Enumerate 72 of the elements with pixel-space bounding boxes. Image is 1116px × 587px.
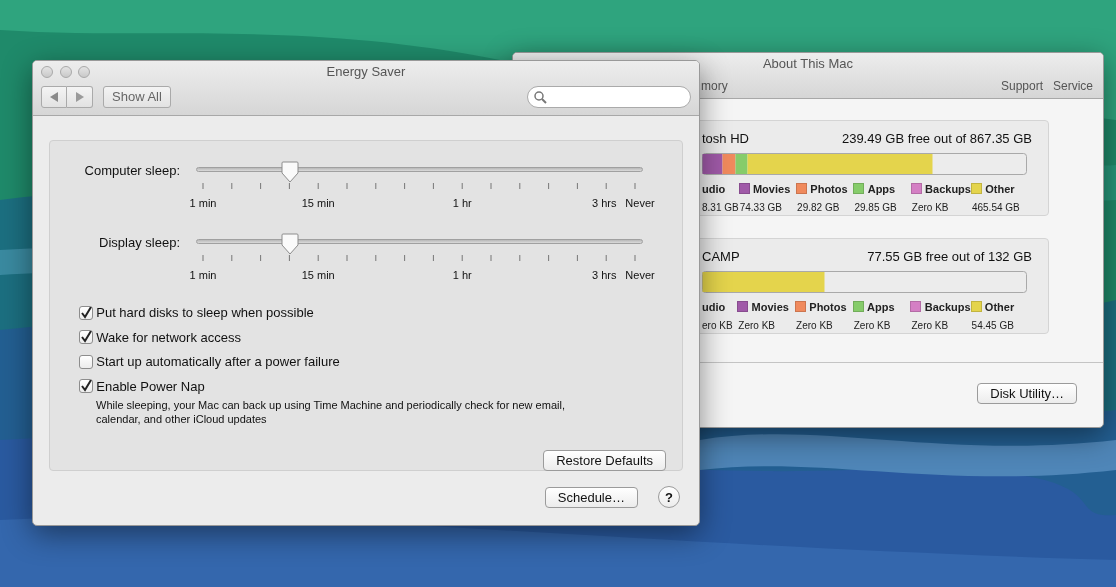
disk-name: tosh HD [702,130,749,148]
legend-label: Backups [924,299,971,315]
legend-value: Zero KB [852,319,892,333]
back-icon [50,92,58,102]
window-button[interactable] [41,66,53,78]
toolbar-tab[interactable]: Service [1053,77,1093,95]
checkbox[interactable] [79,305,93,320]
legend-value: ero KB [702,319,734,333]
legend-value: 54.45 GB [970,319,1015,333]
legend-value: 29.82 GB [796,201,841,215]
tick-label: 1 hr [452,268,472,283]
slider-thumb[interactable] [280,161,299,183]
help-button[interactable]: ? [658,486,680,508]
legend-value: Zero KB [910,201,950,215]
slider-label: Display sleep: [98,234,180,252]
window-button[interactable] [59,66,72,78]
window-title: About This Mac [762,55,854,73]
checkbox-label[interactable]: Wake for network access [96,327,241,347]
legend-label: Apps [867,299,895,315]
toolbar-tab[interactable]: mory [701,77,728,95]
legend-label: Other [984,299,1015,315]
legend-label: Movies [751,299,789,315]
forward-icon [75,92,84,102]
legend-value: Zero KB [795,319,834,333]
legend-label: udio [702,299,726,315]
show-all-button[interactable]: Show All [103,86,171,108]
back-button[interactable] [41,86,67,108]
tick-label: 15 min [301,196,335,211]
legend-value: 8.31 GB [702,201,739,215]
slider-track[interactable] [196,161,643,183]
legend-label: Movies [752,181,791,197]
legend-label: Photos [810,181,848,197]
tick-label: 15 min [301,268,335,283]
legend-label: Apps [867,181,896,197]
legend-value: 29.85 GB [853,201,898,215]
slider-track[interactable] [196,233,643,255]
checkbox-label[interactable]: Enable Power Nap [96,376,205,396]
checkbox[interactable] [79,379,93,394]
slider-label: Computer sleep: [83,162,180,180]
legend-label: Other [985,181,1015,197]
restore-defaults-button[interactable]: Restore Defaults [543,450,666,471]
tick-label: 3 hrs [591,196,617,211]
tick-label: 1 min [189,196,217,211]
search-icon [534,90,547,104]
search-field[interactable] [527,86,691,108]
forward-button[interactable] [67,86,93,108]
legend-value: Zero KB [737,319,777,333]
disk-free-space: 77.55 GB free out of 132 GB [867,248,1032,266]
legend-value: 465.54 GB [970,201,1021,215]
checkbox-label[interactable]: Put hard disks to sleep when possible [96,303,314,323]
tick-label: 1 hr [452,196,472,211]
checkbox[interactable] [79,330,93,345]
window-title: Energy Saver [326,63,406,81]
tick-label: 3 hrs [591,268,617,283]
tick-label: 1 min [189,268,217,283]
checkbox-label[interactable]: Start up automatically after a power failure [96,352,340,372]
schedule-button[interactable]: Schedule… [544,486,638,508]
tick-label: Never [625,196,655,211]
description-text: While sleeping, your Mac can back up using Time Machine and periodically check for new email, calendar, and other iCloud updates [95,398,566,426]
checkbox[interactable] [79,354,93,369]
tick-label: Never [625,268,655,283]
legend-value: 74.33 GB [738,201,783,215]
toolbar-tab[interactable]: Support [1000,77,1043,95]
disk-name: CAMP [702,248,740,266]
disk-free-space: 239.49 GB free out of 867.35 GB [841,130,1032,148]
legend-value: Zero KB [910,319,950,333]
disk-utility-button[interactable]: Disk Utility… [977,383,1077,404]
slider-thumb[interactable] [280,233,299,255]
legend-label: Photos [809,299,847,315]
window-button[interactable] [78,66,90,78]
legend-label: udio [702,181,726,197]
legend-label: Backups [925,181,971,197]
